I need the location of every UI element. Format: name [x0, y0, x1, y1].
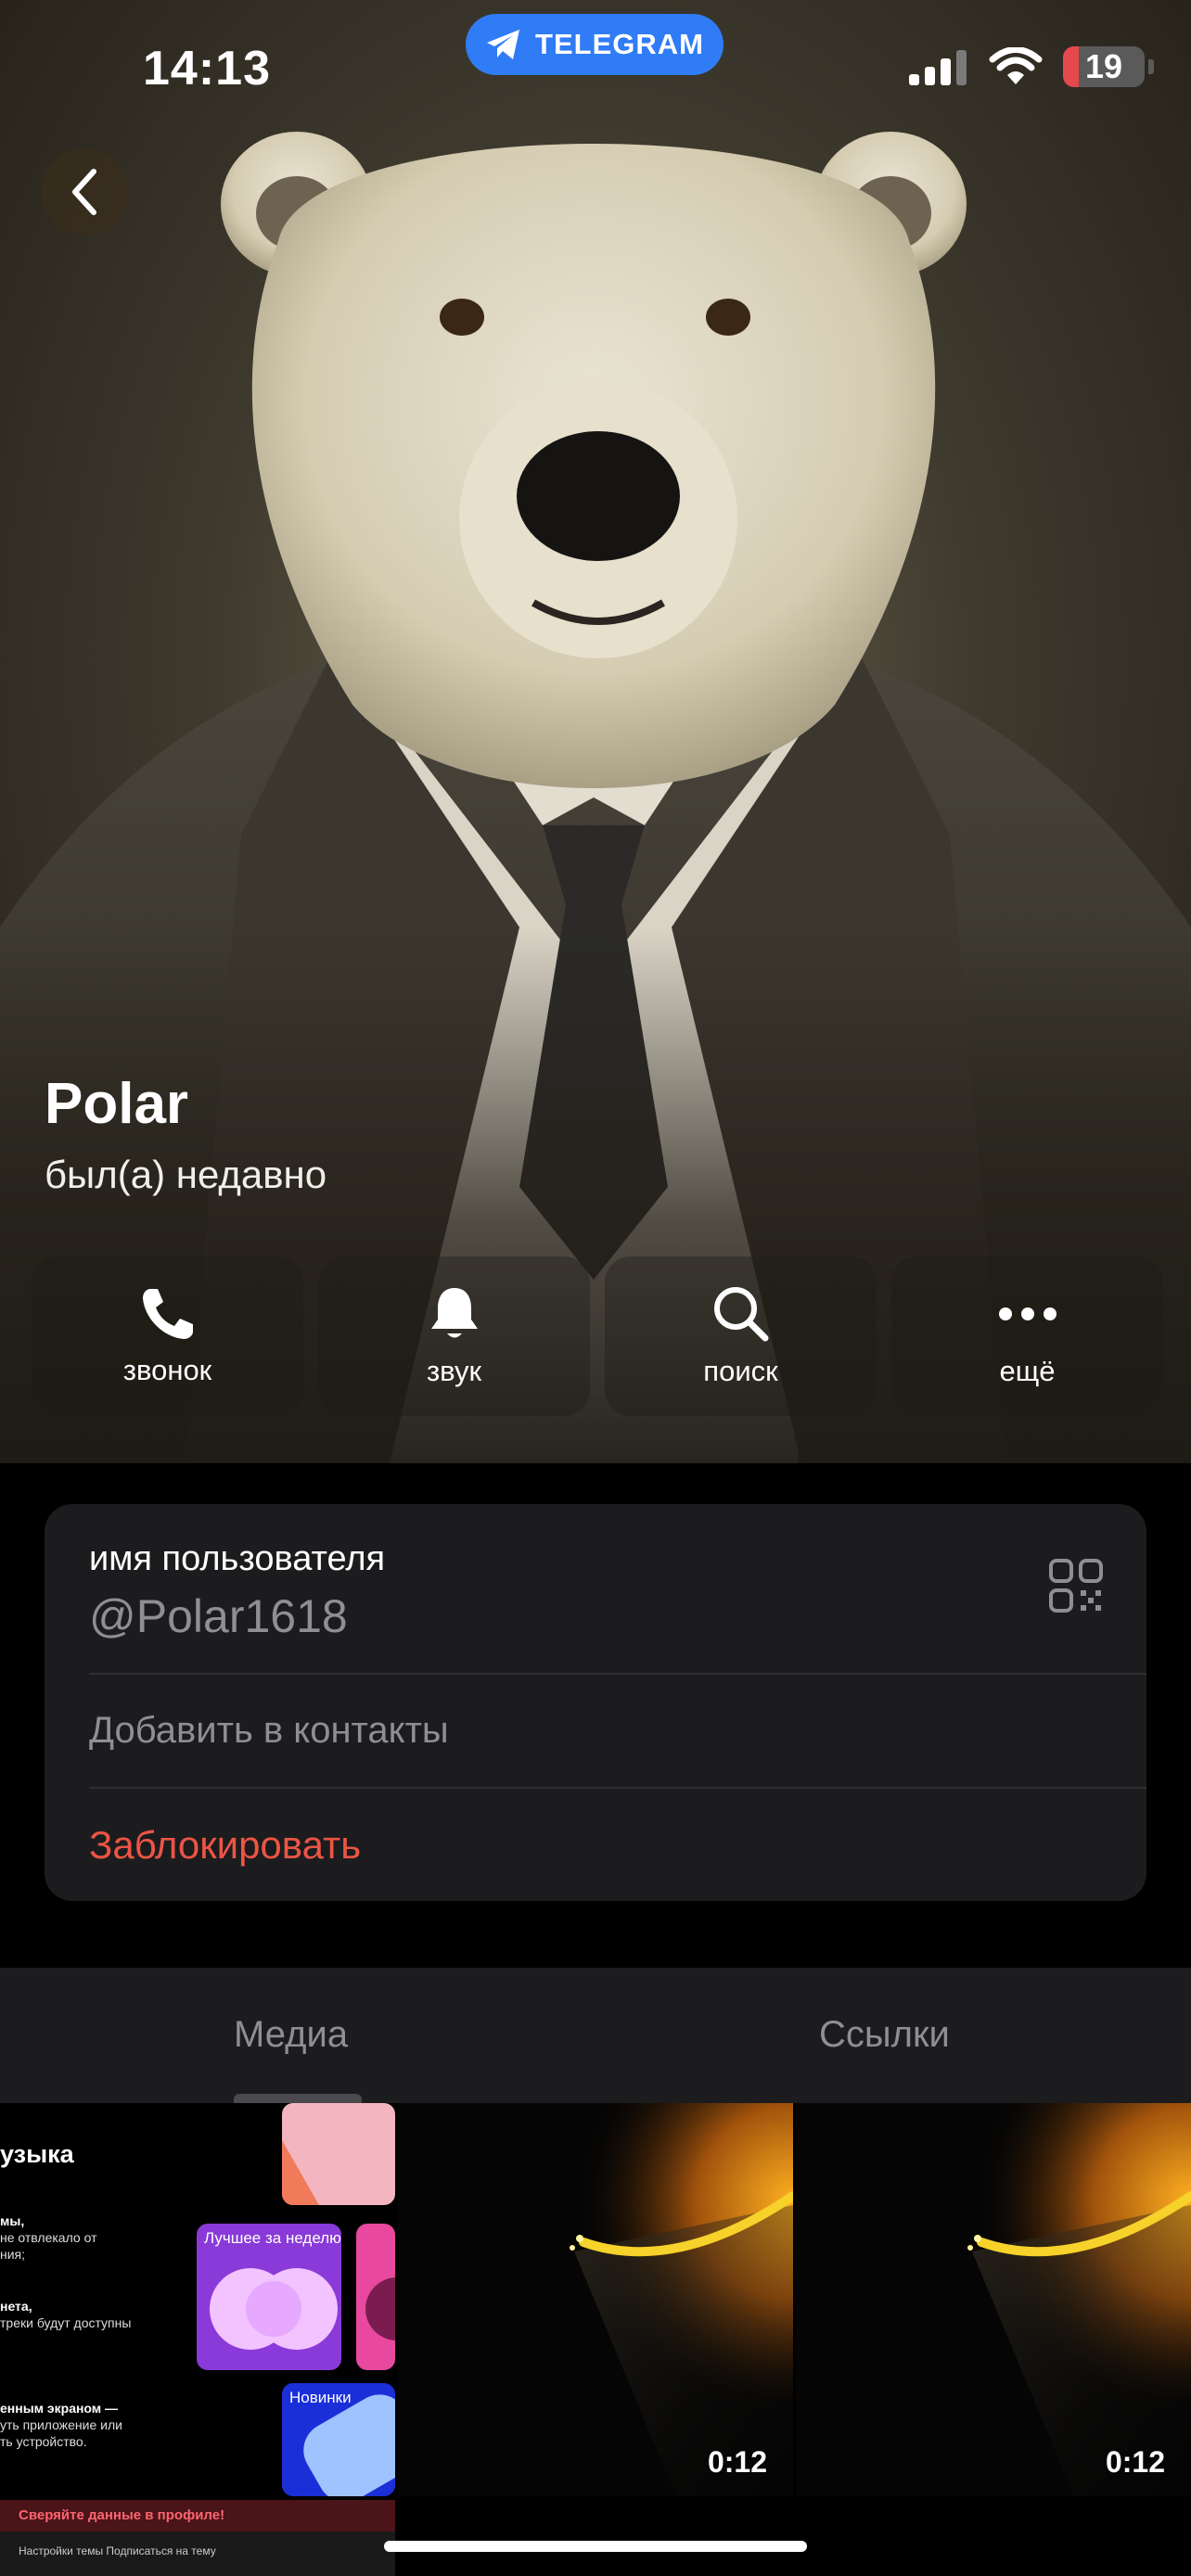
- battery-icon: 19: [1063, 46, 1145, 87]
- thumb-line: ть устройство.: [0, 2434, 87, 2449]
- username-value[interactable]: @Polar1618: [89, 1589, 348, 1643]
- home-indicator[interactable]: [384, 2541, 807, 2552]
- profile-status: был(а) недавно: [45, 1153, 327, 1196]
- status-time: 14:13: [143, 42, 271, 96]
- bell-icon: [430, 1288, 478, 1338]
- wifi-icon: [989, 47, 1043, 84]
- search-icon: [713, 1287, 768, 1342]
- back-button[interactable]: [41, 148, 128, 236]
- video-duration: 0:12: [707, 2445, 767, 2479]
- media-item-video[interactable]: 0:12: [398, 2103, 793, 2496]
- tab-active-indicator: [234, 2094, 362, 2103]
- thumb-tile-new: Новинки: [282, 2383, 395, 2496]
- thumb-tile-label: Лучшее за неделю: [204, 2229, 341, 2247]
- status-indicators: 19: [909, 46, 1154, 87]
- thumb-line: енным экраном —: [0, 2401, 119, 2416]
- profile-name: Polar: [45, 1072, 189, 1136]
- thumb-line: ния;: [0, 2247, 26, 2262]
- thumb-tile-label: Новинки: [289, 2389, 352, 2406]
- tab-media[interactable]: Медиа: [234, 2014, 348, 2056]
- telegram-pill-label: TELEGRAM: [535, 28, 704, 60]
- divider: [89, 1787, 1146, 1789]
- username-label: имя пользователя: [89, 1539, 386, 1578]
- thumb-footer: Настройки темы Подписаться на тему: [19, 2544, 216, 2557]
- thumb-tile-shape: [365, 2277, 395, 2340]
- thumb-banner: Сверяйте данные в профиле!: [0, 2500, 395, 2531]
- media-grid: узыка мы, не отвлекало от ния; нета, тре…: [0, 2103, 1191, 2576]
- battery-cap: [1148, 59, 1154, 74]
- info-card: имя пользователя @Polar1618 Добавить в к…: [45, 1504, 1146, 1901]
- thumb-line: нета,: [0, 2299, 32, 2314]
- media-item-screenshot[interactable]: узыка мы, не отвлекало от ния; нета, тре…: [0, 2103, 395, 2496]
- shared-media-tabs: Медиа Ссылки: [0, 1968, 1191, 2103]
- profile-header: 14:13 TELEGRAM 19 Polar был(а) недавно з…: [0, 0, 1191, 1463]
- tab-links[interactable]: Ссылки: [819, 2014, 950, 2056]
- call-label: звонок: [122, 1354, 212, 1386]
- action-bar: звонок звук поиск ещё: [32, 1256, 1163, 1416]
- add-contact-button[interactable]: Добавить в контакты: [89, 1710, 449, 1752]
- phone-icon: [142, 1289, 193, 1339]
- more-icon: [998, 1307, 1057, 1320]
- more-label: ещё: [999, 1355, 1056, 1387]
- search-label: поиск: [703, 1355, 778, 1387]
- chevron-left-icon: [72, 169, 96, 215]
- thumb-line: не отвлекало от: [0, 2230, 97, 2245]
- telegram-icon: [487, 30, 520, 59]
- sound-button[interactable]: звук: [318, 1256, 590, 1416]
- thumb-line: уть приложение или: [0, 2417, 122, 2432]
- video-duration: 0:12: [1105, 2445, 1165, 2479]
- thumb-title: узыка: [0, 2140, 74, 2168]
- battery-fill: [1063, 46, 1079, 87]
- thumb-line: треки будут доступны: [0, 2315, 132, 2330]
- block-button[interactable]: Заблокировать: [89, 1823, 361, 1868]
- call-button[interactable]: звонок: [32, 1256, 303, 1416]
- thumb-tile: [282, 2103, 395, 2205]
- qr-code-icon[interactable]: [1048, 1558, 1104, 1613]
- thumb-line: мы,: [0, 2213, 25, 2228]
- telegram-pill[interactable]: TELEGRAM: [466, 14, 724, 75]
- video-thumbnail: [796, 2103, 1191, 2496]
- signal-icon: [909, 50, 967, 85]
- thumb-tile-best-week: Лучшее за неделю: [197, 2224, 341, 2370]
- sound-label: звук: [426, 1355, 482, 1387]
- media-item-video[interactable]: 0:12: [796, 2103, 1191, 2496]
- search-button[interactable]: поиск: [605, 1256, 877, 1416]
- divider: [89, 1673, 1146, 1675]
- video-thumbnail: [398, 2103, 793, 2496]
- more-button[interactable]: ещё: [891, 1256, 1163, 1416]
- thumb-tile-shape: [282, 2140, 319, 2205]
- battery-level: 19: [1084, 47, 1123, 85]
- media-item-screenshot[interactable]: Сверяйте данные в профиле! Настройки тем…: [0, 2500, 395, 2576]
- thumb-tile: [356, 2224, 395, 2370]
